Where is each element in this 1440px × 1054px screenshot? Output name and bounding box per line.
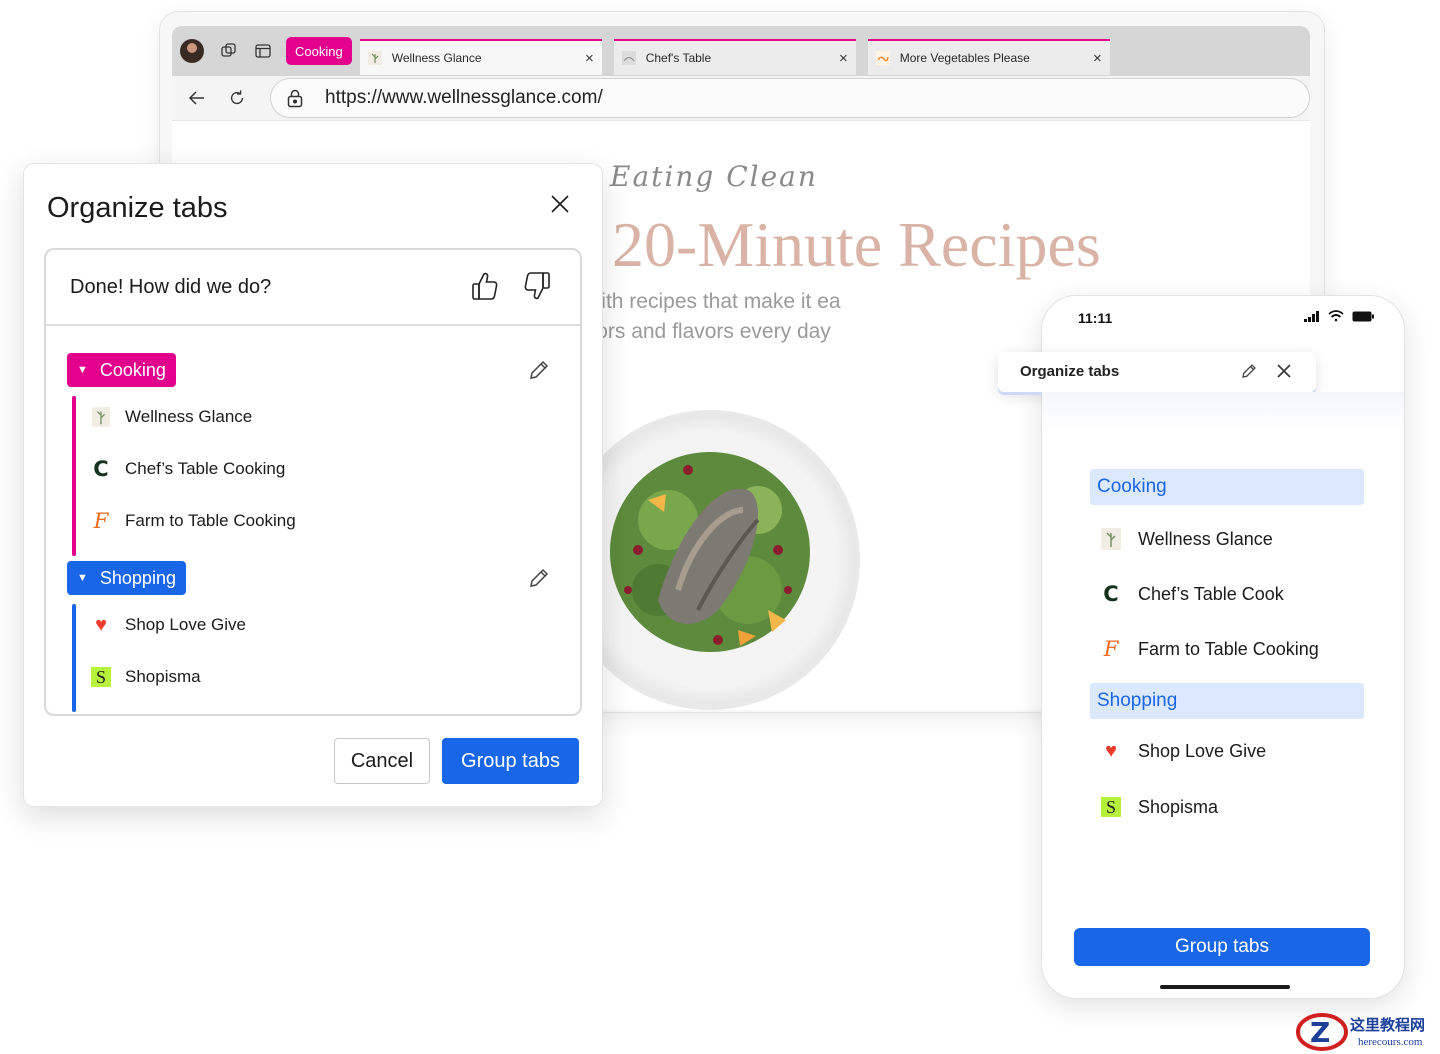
- signal-icon: [1304, 310, 1319, 322]
- browser-tab-title: Wellness Glance: [391, 51, 482, 65]
- caret-down-icon: ▼: [77, 364, 88, 376]
- close-icon[interactable]: [1276, 363, 1292, 379]
- thumbs-down-icon[interactable]: [522, 270, 552, 302]
- group-tabs-button[interactable]: Group tabs: [442, 738, 579, 784]
- tab-item-shop-love-give[interactable]: ♥ Shop Love Give: [91, 614, 246, 636]
- page-headline: 20-Minute Recipes: [612, 209, 1101, 280]
- tab-item-farm-to-table[interactable]: F Farm to Table Cooking: [91, 509, 296, 533]
- edit-pencil-icon[interactable]: [527, 566, 551, 590]
- workspaces-icon[interactable]: [218, 40, 240, 62]
- vertical-tabs-icon[interactable]: [252, 40, 274, 62]
- organize-tabs-popup: Organize tabs: [998, 352, 1316, 392]
- tab-item-label: Shop Love Give: [125, 615, 246, 634]
- letter-s-favicon: S: [91, 666, 111, 688]
- tab-item-label: Chef’s Table Cook: [1138, 583, 1284, 604]
- salad-fish-image: [610, 452, 810, 652]
- edit-pencil-icon[interactable]: [1240, 362, 1258, 380]
- wellness-favicon: [91, 406, 111, 428]
- browser-tab-title: Chef's Table: [645, 51, 712, 65]
- thumbs-up-icon[interactable]: [470, 270, 500, 302]
- tab-item-label: Wellness Glance: [125, 407, 253, 426]
- chefs-table-favicon: [621, 51, 636, 65]
- status-icons: [1304, 310, 1374, 322]
- phone-tab-item-shopisma[interactable]: S Shopisma: [1100, 796, 1218, 818]
- mobile-phone: 11:11 Organize tabs Cooking Wellness Gla…: [998, 296, 1404, 998]
- phone-tab-item-farm-to-table[interactable]: F Farm to Table Cooking: [1100, 637, 1319, 661]
- edit-pencil-icon[interactable]: [527, 358, 551, 382]
- phone-tab-item-wellness-glance[interactable]: Wellness Glance: [1100, 528, 1273, 550]
- letter-f-favicon: F: [93, 509, 109, 533]
- tab-item-chefs-table-cooking[interactable]: C Chef’s Table Cooking: [91, 457, 286, 481]
- tab-item-label: Shopisma: [1138, 796, 1219, 817]
- letter-c-favicon: C: [1103, 582, 1119, 606]
- tab-item-label: Shop Love Give: [1138, 740, 1267, 761]
- tab-bar: Cooking Wellness Glance × Chef's Table ×…: [172, 26, 1310, 76]
- tab-group-chip-cooking[interactable]: Cooking: [286, 37, 352, 65]
- browser-tab-title: More Vegetables Please: [899, 51, 1030, 65]
- wellness-favicon: [367, 51, 382, 65]
- url-field[interactable]: https://www.wellnessglance.com/: [270, 78, 1310, 118]
- group-name: Cooking: [99, 359, 166, 380]
- letter-s-favicon: S: [1100, 796, 1122, 818]
- tab-item-wellness-glance[interactable]: Wellness Glance: [91, 406, 252, 428]
- browser-tab-wellness-glance[interactable]: Wellness Glance ×: [359, 39, 602, 75]
- group-chip-shopping[interactable]: ▼ Shopping: [67, 561, 186, 595]
- close-icon[interactable]: ×: [585, 50, 594, 67]
- back-arrow-icon[interactable]: [182, 83, 212, 113]
- wifi-icon: [1328, 310, 1344, 322]
- svg-text:Z: Z: [1310, 1016, 1330, 1049]
- group-chip-cooking[interactable]: ▼ Cooking: [67, 353, 176, 387]
- lock-icon: [287, 89, 303, 108]
- phone-group-shopping[interactable]: Shopping: [1090, 683, 1364, 719]
- phone-tab-item-shop-love-give[interactable]: ♥ Shop Love Give: [1100, 740, 1266, 762]
- popup-shade: [1042, 392, 1404, 432]
- phone-tab-item-chefs-table[interactable]: C Chef’s Table Cook: [1100, 582, 1284, 606]
- close-icon[interactable]: ×: [839, 50, 848, 67]
- group-color-bar: [72, 396, 76, 556]
- tab-item-label: Wellness Glance: [1138, 528, 1273, 549]
- letter-f-favicon: F: [1103, 637, 1119, 661]
- profile-avatar[interactable]: [180, 39, 204, 63]
- letter-c-favicon: C: [93, 457, 109, 481]
- browser-tab-more-vegetables[interactable]: More Vegetables Please ×: [867, 39, 1110, 75]
- tab-item-shopisma[interactable]: S Shopisma: [91, 666, 201, 688]
- watermark-url: herecours.com: [1358, 1036, 1423, 1048]
- home-indicator: [1160, 985, 1290, 989]
- phone-group-tabs-button[interactable]: Group tabs: [1074, 928, 1370, 966]
- browser-tab-chefs-table[interactable]: Chef's Table ×: [613, 39, 856, 75]
- heart-favicon: ♥: [95, 613, 107, 636]
- suggested-groups-card: Done! How did we do? ▼ Cooking Wellness …: [44, 248, 582, 716]
- cancel-button[interactable]: Cancel: [334, 738, 430, 784]
- page-script-title: Eating Clean: [610, 160, 818, 193]
- close-icon[interactable]: [548, 192, 572, 216]
- group-color-bar: [72, 604, 76, 712]
- group-name: Shopping: [99, 567, 176, 588]
- wellness-favicon: [1100, 528, 1122, 550]
- close-icon[interactable]: ×: [1093, 50, 1102, 67]
- heart-favicon: ♥: [1105, 739, 1117, 762]
- caret-down-icon: ▼: [77, 572, 88, 584]
- tab-item-label: Farm to Table Cooking: [125, 511, 296, 530]
- url-text: https://www.wellnessglance.com/: [325, 87, 603, 108]
- phone-group-cooking[interactable]: Cooking: [1090, 469, 1364, 505]
- watermark-text: 这里教程网: [1350, 1016, 1426, 1034]
- vegetables-favicon: [875, 51, 890, 65]
- tab-item-label: Farm to Table Cooking: [1138, 638, 1319, 659]
- letter-s-glyph: S: [1101, 797, 1121, 817]
- address-bar: https://www.wellnessglance.com/: [172, 76, 1310, 120]
- battery-icon: [1352, 311, 1374, 321]
- letter-s-glyph: S: [91, 667, 111, 687]
- feedback-row: Done! How did we do?: [46, 250, 580, 326]
- status-time: 11:11: [1078, 310, 1113, 326]
- tab-item-label: Shopisma: [125, 667, 201, 686]
- dialog-title: Organize tabs: [47, 192, 228, 224]
- tab-item-label: Chef’s Table Cooking: [125, 459, 286, 478]
- popup-title: Organize tabs: [1020, 363, 1120, 380]
- organize-tabs-dialog: Organize tabs Done! How did we do? ▼ Coo…: [24, 164, 602, 806]
- refresh-icon[interactable]: [222, 83, 252, 113]
- feedback-prompt: Done! How did we do?: [70, 276, 272, 298]
